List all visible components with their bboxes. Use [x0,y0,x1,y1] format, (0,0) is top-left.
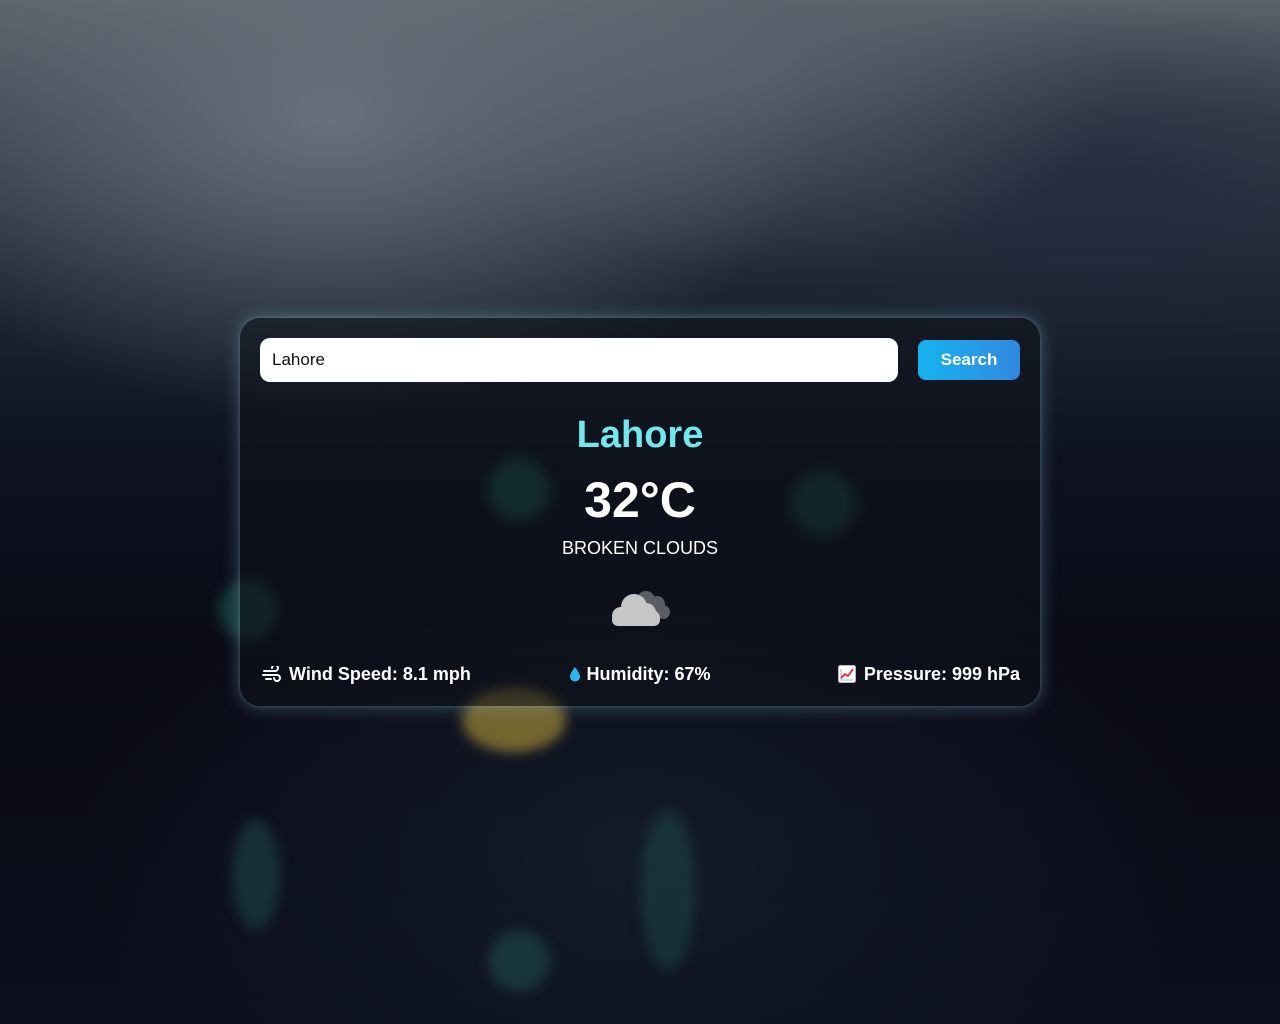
water-drop-icon [569,664,581,684]
bokeh-light [232,820,280,930]
chart-increasing-icon [837,664,857,684]
bokeh-light [640,810,696,970]
weather-description: BROKEN CLOUDS [561,538,719,558]
city-name: Lahore [576,414,704,456]
broken-clouds-icon [608,586,672,630]
temperature: 32°C [584,472,696,528]
search-button[interactable]: Search [918,340,1020,380]
pressure: Pressure: 999 hPa [837,662,1020,686]
bokeh-light [488,930,550,992]
humidity-label: Humidity: 67% [586,663,711,684]
city-search-input[interactable] [260,338,898,382]
pressure-label: Pressure: 999 hPa [863,663,1020,684]
weather-card: Search Lahore 32°C BROKEN CLOUDS [240,318,1040,706]
